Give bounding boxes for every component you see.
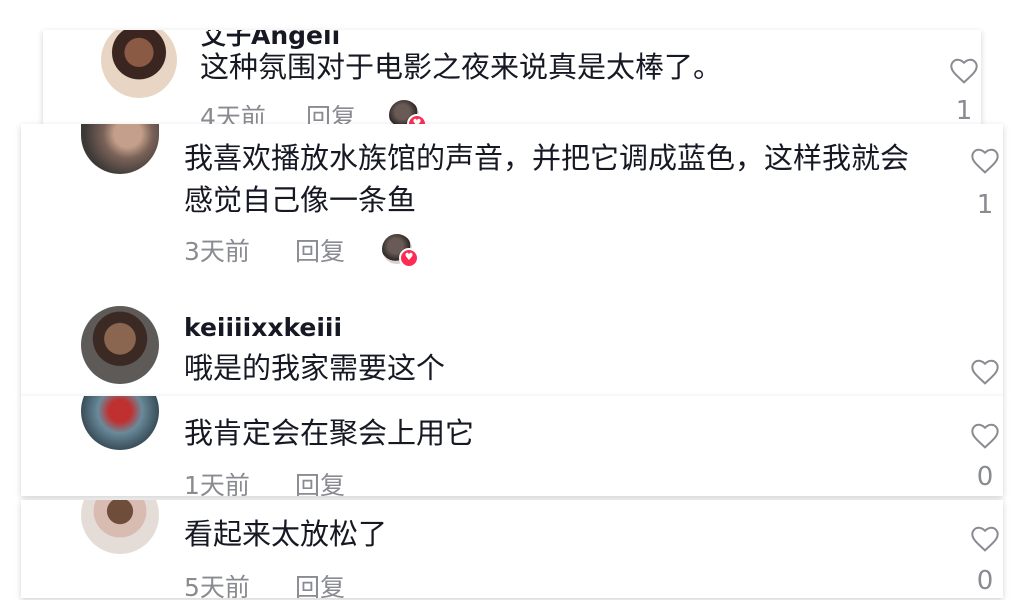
like-count: 0: [976, 566, 994, 596]
comment-text: 这种氛围对于电影之夜来说真是太棒了。: [200, 50, 723, 84]
avatar[interactable]: [81, 500, 159, 554]
comment-card-4: 我肯定会在聚会上用它 1天前 回复 0: [21, 396, 1003, 496]
comment-card-1: 艾子Angeli 这种氛围对于电影之夜来说真是太棒了。 4天前 回复 ♥ 1: [43, 30, 981, 130]
avatar[interactable]: [81, 306, 159, 384]
like-count: 1: [955, 96, 973, 126]
avatar[interactable]: [81, 396, 159, 450]
comment-time: 1天前: [184, 471, 250, 496]
comment-text: 我肯定会在聚会上用它: [184, 416, 475, 450]
comment-text: 哦是的我家需要这个: [184, 351, 446, 385]
reply-button[interactable]: 回复: [295, 568, 345, 598]
comment-text: 看起来太放松了: [184, 517, 388, 551]
comment-card-5: 看起来太放松了 5天前 回复 0: [21, 500, 1003, 598]
comment-time: 5天前: [184, 573, 250, 598]
reply-button[interactable]: 回复: [295, 466, 345, 496]
heart-outline-icon[interactable]: [968, 523, 1002, 555]
avatar[interactable]: [81, 124, 159, 174]
heart-outline-icon[interactable]: [968, 356, 1002, 388]
heart-outline-icon[interactable]: [968, 420, 1002, 452]
creator-liked-badge-icon: ♥: [399, 248, 419, 268]
like-count: 0: [976, 462, 994, 492]
reply-button[interactable]: 回复: [295, 232, 345, 268]
heart-outline-icon[interactable]: [947, 55, 981, 87]
heart-outline-icon[interactable]: [968, 145, 1002, 177]
like-count: 1: [976, 190, 994, 220]
comment-time: 3天前: [184, 237, 250, 266]
avatar[interactable]: [101, 30, 177, 98]
comment-username[interactable]: keiiiixxkeiii: [184, 313, 342, 342]
comment-card-2: 我喜欢播放水族馆的声音，并把它调成蓝色，这样我就会感觉自己像一条鱼 3天前 回复…: [21, 124, 1003, 396]
comment-text: 我喜欢播放水族馆的声音，并把它调成蓝色，这样我就会感觉自己像一条鱼: [184, 141, 910, 217]
